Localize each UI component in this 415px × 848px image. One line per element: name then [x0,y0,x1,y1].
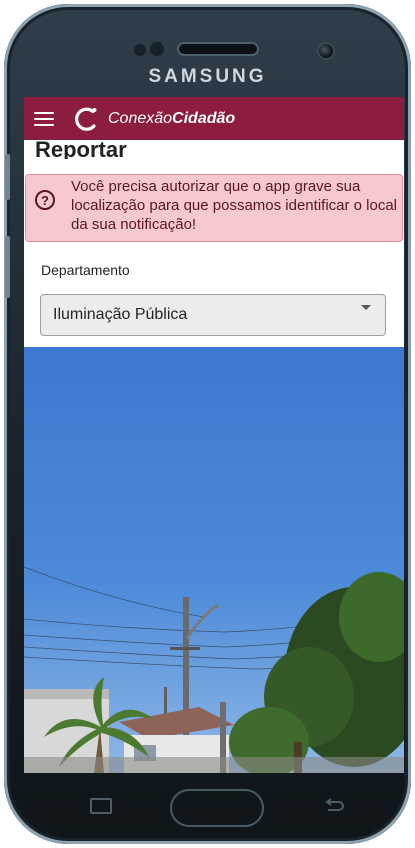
refresh-logo-icon [75,107,97,131]
app-title-bold: Cidadão [172,109,236,127]
caret-down-icon [361,305,371,310]
device-brand: SAMSUNG [148,66,267,87]
proximity-sensor [134,44,146,56]
light-sensor [150,42,164,56]
location-permission-alert: ? Você precisa autorizar que o app grave… [25,174,403,242]
back-icon[interactable] [322,798,346,816]
hamburger-icon[interactable] [34,111,54,126]
app-screen: Conexão Cidadão Reportar ? Você precisa a… [24,97,404,773]
app-header: Conexão Cidadão [24,97,404,140]
captured-photo [24,347,404,773]
power-button [5,236,10,298]
front-camera [317,42,335,60]
department-select[interactable]: Iluminação Pública [40,294,386,336]
question-circle-icon: ? [35,190,55,210]
earpiece-speaker [177,42,259,56]
recent-apps-icon[interactable] [90,798,112,814]
home-button[interactable] [170,789,264,827]
department-label: Departamento [41,262,130,278]
alert-message: Você precisa autorizar que o app grave s… [71,178,398,233]
volume-button [5,154,10,200]
page-title: Reportar [35,141,127,159]
department-selected-value: Iluminação Pública [53,306,188,323]
app-title-regular: Conexão [108,109,173,127]
app-title: Conexão Cidadão [108,110,235,128]
